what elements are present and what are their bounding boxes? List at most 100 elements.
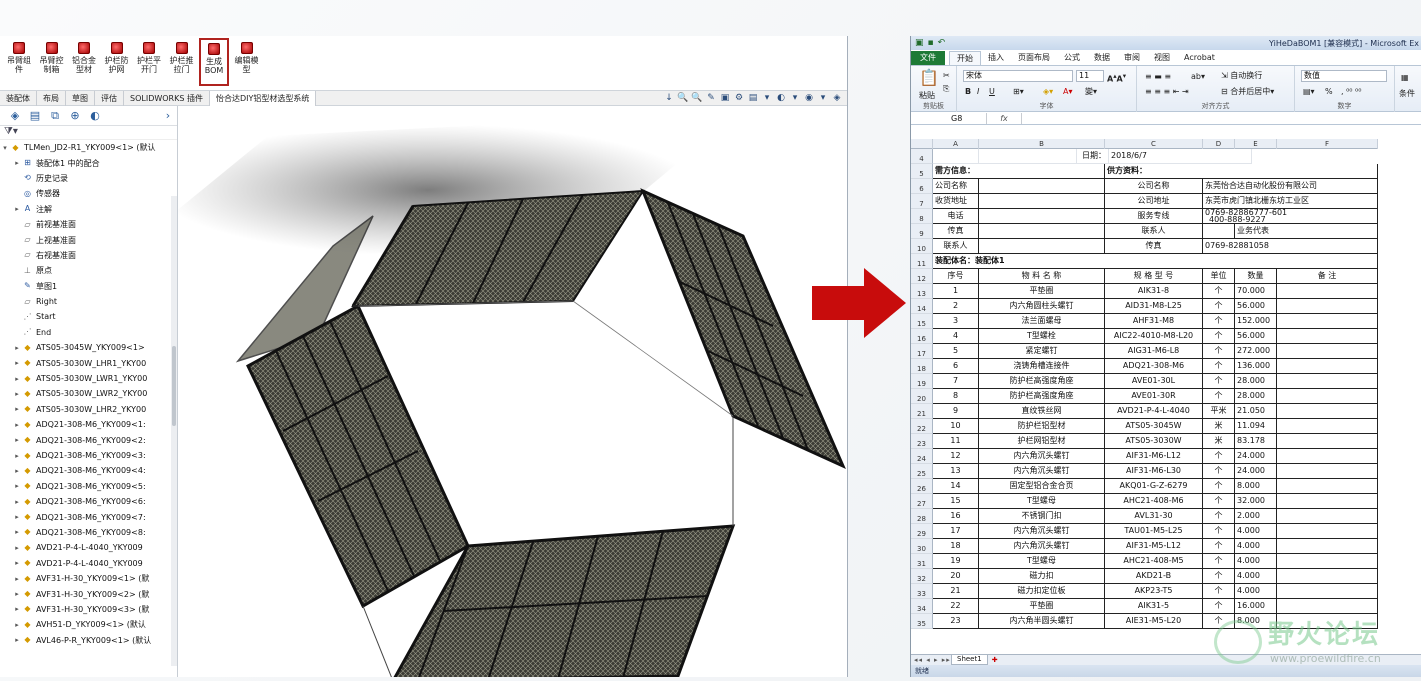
config-icon[interactable]: ⧉ [46, 108, 64, 124]
cmd-button-5[interactable]: 护栏推拉门 [167, 42, 197, 84]
row-header[interactable]: 22 [911, 419, 933, 434]
cell[interactable]: 6 [933, 359, 979, 374]
view-tool-icon[interactable]: ▣ [719, 92, 731, 104]
row-header[interactable]: 18 [911, 359, 933, 374]
cell[interactable]: 磁力扣 [979, 569, 1105, 584]
menu-tab-4[interactable]: 公式 [1057, 51, 1087, 65]
row-header[interactable]: 32 [911, 569, 933, 584]
tree-item[interactable]: ▸ ◆ AVH51-D_YKY009<1> (默认 [0, 617, 177, 632]
tree-item[interactable]: ▾ ◆ TLMen_JD2-R1_YKY009<1> (默认 [0, 140, 177, 155]
tree-item[interactable]: ▸ ◆ AVF31-H-30_YKY009<2> (默 [0, 586, 177, 601]
save-icon[interactable]: ▪ [928, 38, 934, 48]
property-icon[interactable]: ▤ [26, 108, 44, 124]
cell[interactable] [1277, 434, 1378, 449]
tab-4[interactable]: SOLIDWORKS 插件 [124, 91, 210, 106]
tree-item[interactable]: ▸ ◆ ADQ21-308-M6_YKY009<6: [0, 494, 177, 509]
tree-item[interactable]: ▸ ◆ AVL46-P-R_YKY009<1> (默认 [0, 633, 177, 648]
cmd-button-4[interactable]: 护栏平开门 [134, 42, 164, 84]
cell[interactable]: 11 [933, 434, 979, 449]
cell[interactable]: 联系人 [1105, 224, 1203, 239]
cell[interactable]: 防护栏铝型材 [979, 419, 1105, 434]
row-header[interactable]: 11 [911, 254, 933, 269]
cell[interactable]: 备 注 [1277, 269, 1378, 284]
cell[interactable]: 32.000 [1235, 494, 1277, 509]
cell[interactable]: AKQ01-G-Z-6279 [1105, 479, 1203, 494]
expand-arrow-icon[interactable]: ▸ [12, 467, 22, 475]
formula-input[interactable] [1021, 112, 1421, 124]
chevron-right-icon[interactable]: › [159, 108, 177, 124]
row-header[interactable]: 6 [911, 179, 933, 194]
cell[interactable] [1277, 584, 1378, 599]
cell[interactable]: 米 [1203, 434, 1235, 449]
cell[interactable]: 15 [933, 494, 979, 509]
expand-arrow-icon[interactable]: ▸ [12, 452, 22, 460]
menu-tab-0[interactable]: 文件 [911, 51, 945, 65]
tree-item[interactable]: ▸ ◆ ADQ21-308-M6_YKY009<2: [0, 432, 177, 447]
cmd-button-2[interactable]: 铝合金型材 [69, 42, 99, 84]
row-header[interactable]: 31 [911, 554, 933, 569]
currency-icon[interactable]: ▤▾ [1303, 86, 1315, 97]
fill-color-icon[interactable]: ◈▾ [1043, 86, 1053, 97]
copy-icon[interactable]: ⎘ [943, 83, 949, 94]
align-top-icon[interactable]: ≡ ▬ ≡ [1145, 71, 1171, 82]
row-header[interactable]: 16 [911, 329, 933, 344]
row-header[interactable]: 4 [911, 149, 933, 164]
comma-icon[interactable]: , ⁰⁰ ⁰⁰ [1341, 86, 1361, 97]
cell[interactable]: 56.000 [1235, 299, 1277, 314]
cell[interactable]: 日期： [1077, 149, 1109, 164]
cell[interactable]: 个 [1203, 299, 1235, 314]
cell[interactable]: ADQ21-308-M6 [1105, 359, 1203, 374]
cell[interactable]: AIK31-8 [1105, 284, 1203, 299]
font-color-icon[interactable]: A▾ [1063, 86, 1073, 97]
cell[interactable]: 28.000 [1235, 389, 1277, 404]
cell[interactable]: 数量 [1235, 269, 1277, 284]
tree-item[interactable]: ▸ A 注解 [0, 202, 177, 217]
menu-tab-8[interactable]: Acrobat [1177, 51, 1222, 65]
cell[interactable] [1277, 464, 1378, 479]
spreadsheet-grid[interactable]: ABCDEF 4 日期： 2018/6/7 5 需方信息： 供方资料： 6 公司名称 公司名称东… [911, 139, 1421, 663]
cell[interactable]: AIE31-M5-L20 [1105, 614, 1203, 629]
cell[interactable]: 业务代表 [1235, 224, 1378, 239]
row-header[interactable]: 35 [911, 614, 933, 629]
row-header[interactable]: 13 [911, 284, 933, 299]
cell[interactable]: AVE01-30R [1105, 389, 1203, 404]
cell[interactable]: 18 [933, 539, 979, 554]
expand-arrow-icon[interactable]: ▸ [12, 359, 22, 367]
row-header[interactable]: 12 [911, 269, 933, 284]
view-tool-icon[interactable]: 🔍 [677, 92, 689, 104]
column-header[interactable]: E [1235, 139, 1277, 149]
row-header[interactable]: 26 [911, 479, 933, 494]
cell[interactable]: 护栏网铝型材 [979, 434, 1105, 449]
expand-arrow-icon[interactable]: ▸ [12, 482, 22, 490]
cell[interactable] [1277, 329, 1378, 344]
cell[interactable]: 紧定螺钉 [979, 344, 1105, 359]
tab-1[interactable]: 布局 [37, 91, 66, 106]
cell[interactable]: 56.000 [1235, 329, 1277, 344]
cell[interactable] [1277, 284, 1378, 299]
tree-item[interactable]: ▱ 前视基准面 [0, 217, 177, 232]
view-tool-icon[interactable]: ◉ [803, 92, 815, 104]
cell[interactable] [1277, 524, 1378, 539]
cell[interactable]: 83.178 [1235, 434, 1277, 449]
cell[interactable] [1277, 599, 1378, 614]
cell[interactable]: 9 [933, 404, 979, 419]
cell[interactable]: 19 [933, 554, 979, 569]
cell[interactable]: 装配体名：装配体1 [933, 254, 1378, 269]
cell[interactable]: 4.000 [1235, 584, 1277, 599]
cell[interactable]: 个 [1203, 464, 1235, 479]
cell[interactable]: 服务专线 [1105, 209, 1203, 224]
cell[interactable]: 传真 [933, 224, 979, 239]
cell[interactable]: 东莞市虎门镇北栅东坊工业区 [1203, 194, 1378, 209]
merge-center-button[interactable]: ⊟ 合并后居中▾ [1221, 86, 1274, 97]
cell[interactable]: 4.000 [1235, 554, 1277, 569]
cell[interactable] [979, 209, 1105, 224]
name-box[interactable]: G8 [911, 112, 987, 124]
cell[interactable]: 2.000 [1235, 509, 1277, 524]
cell[interactable]: 米 [1203, 419, 1235, 434]
column-header[interactable]: C [1105, 139, 1203, 149]
menu-tab-3[interactable]: 页面布局 [1011, 51, 1057, 65]
cell[interactable]: 直纹铁丝网 [979, 404, 1105, 419]
cell[interactable]: 供方资料： [1105, 164, 1378, 179]
cell[interactable]: 联系人 [933, 239, 979, 254]
cmd-button-7[interactable]: 编辑模型 [232, 42, 262, 84]
